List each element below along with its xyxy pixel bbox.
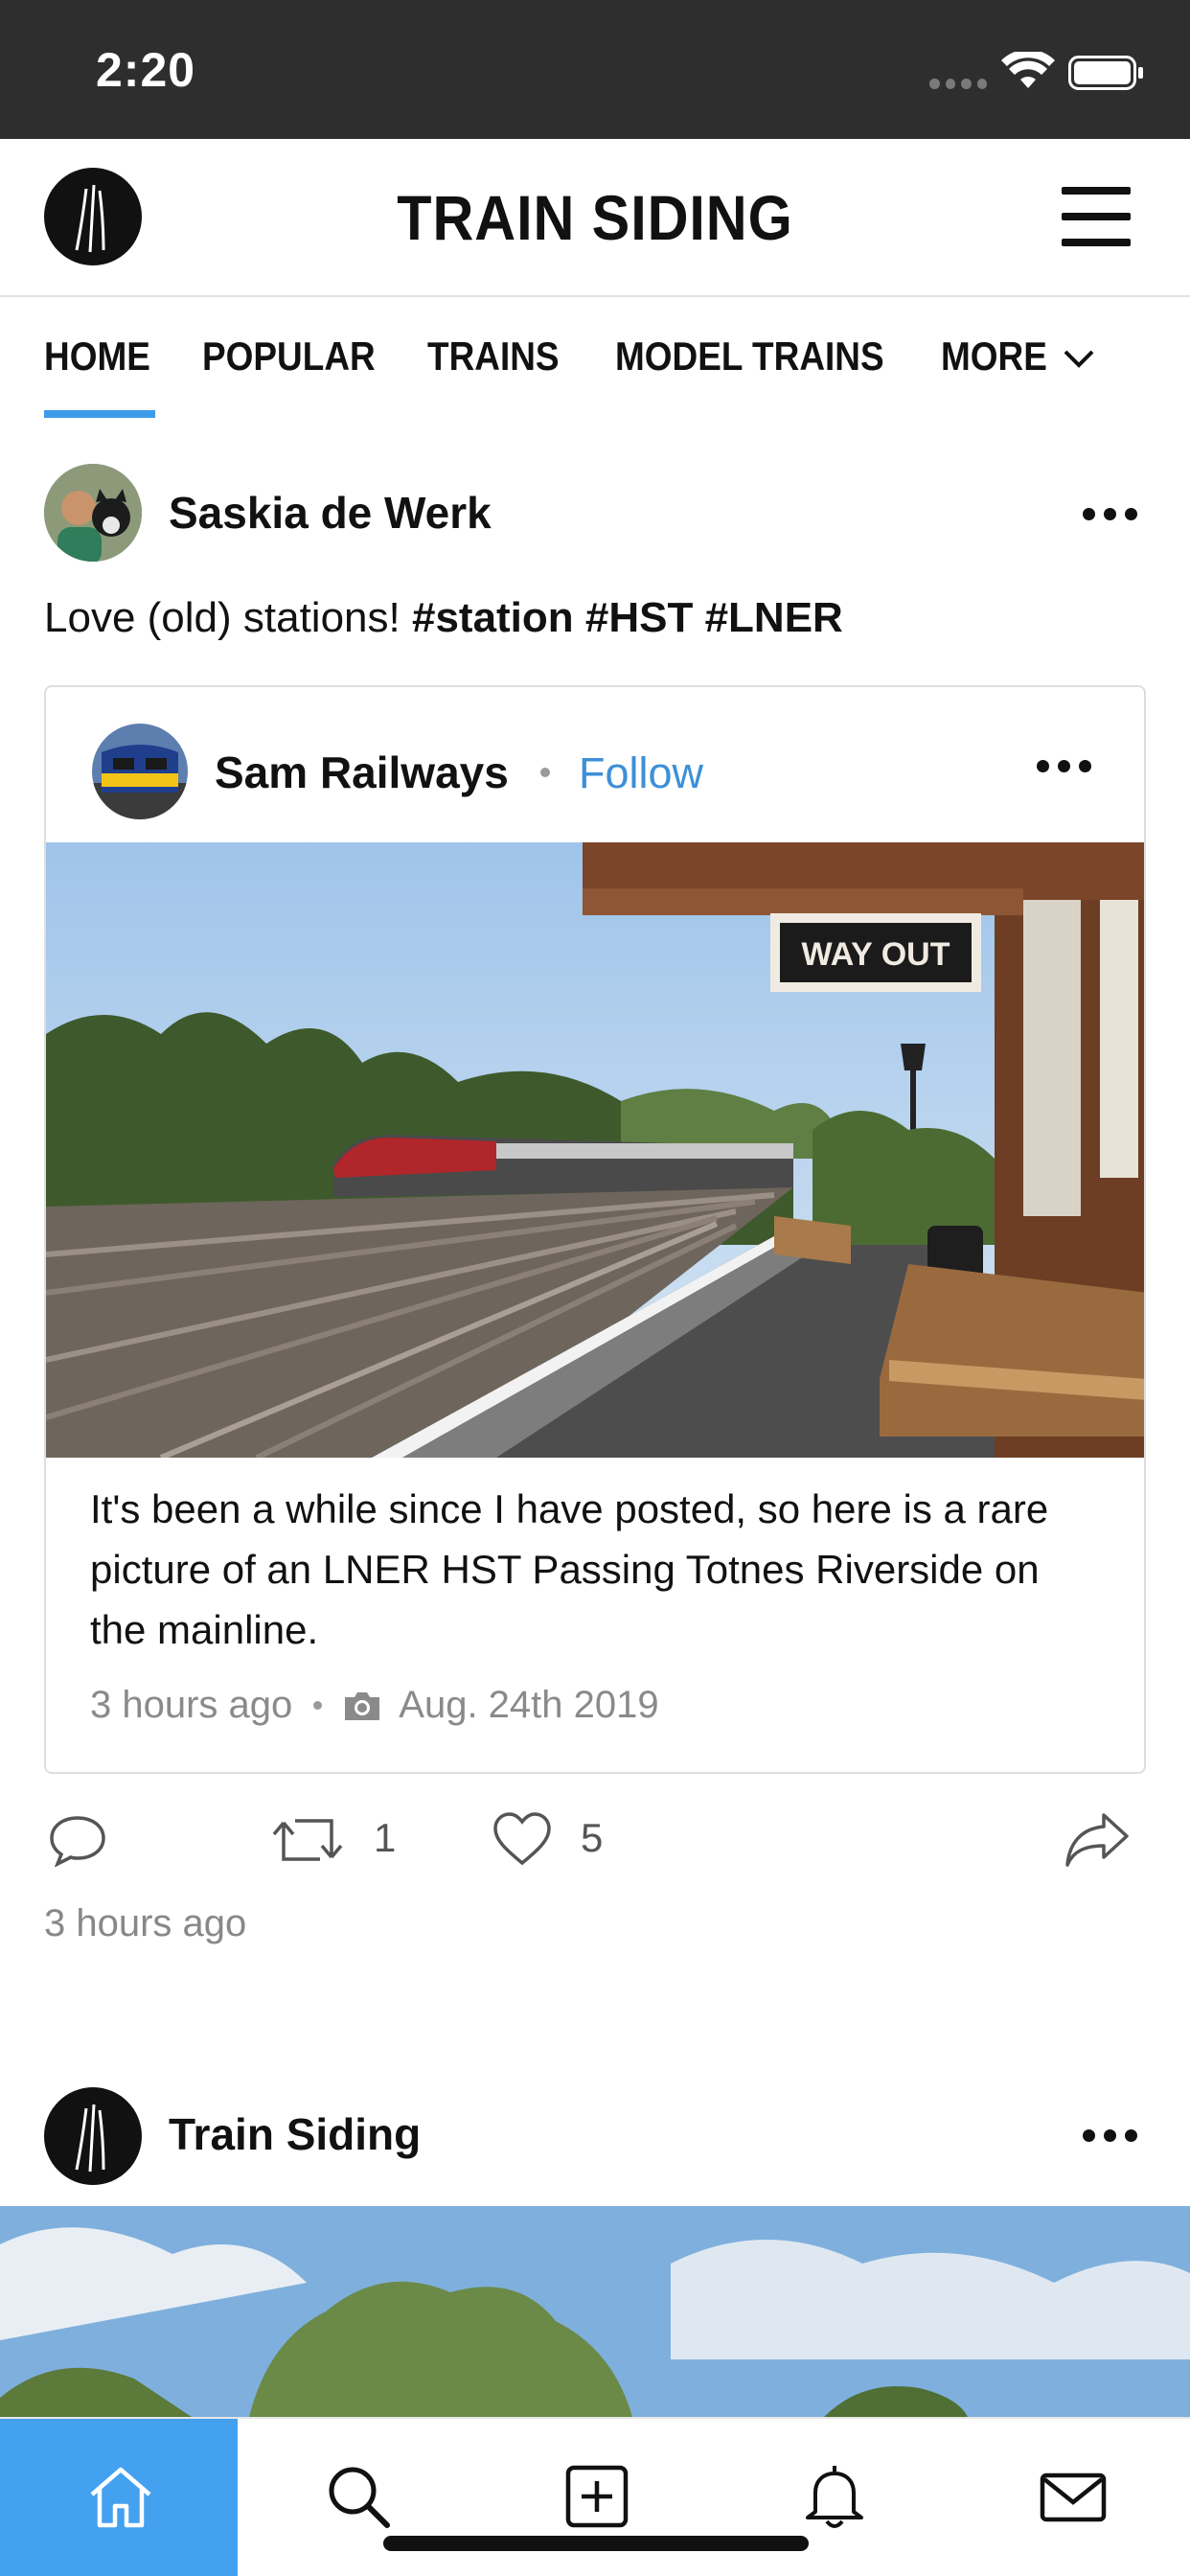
status-time: 2:20 <box>96 43 196 97</box>
active-tab-indicator <box>44 410 155 418</box>
repost-icon[interactable] <box>272 1811 343 1869</box>
tab-home[interactable]: HOME <box>44 334 150 380</box>
second-post-avatar[interactable] <box>44 2087 142 2185</box>
notifications-bell-icon <box>806 2466 863 2528</box>
nav-add-post[interactable] <box>476 2419 714 2576</box>
like-heart-icon[interactable] <box>492 1811 552 1867</box>
home-icon <box>90 2467 151 2528</box>
follow-button[interactable]: Follow <box>579 748 703 798</box>
hamburger-menu-icon[interactable] <box>1062 187 1131 246</box>
way-out-sign-text: WAY OUT <box>802 936 950 973</box>
embedded-post-card[interactable]: Sam Railways Follow WAY OUT It's been a … <box>44 685 1146 1774</box>
station-photo[interactable]: WAY OUT <box>46 842 1144 1458</box>
second-post-photo[interactable] <box>0 2206 1190 2417</box>
photo-date: Aug. 24th 2019 <box>399 1684 659 1726</box>
add-post-icon <box>565 2465 629 2528</box>
tab-trains[interactable]: TRAINS <box>427 334 560 380</box>
embed-author-name[interactable]: Sam Railways <box>215 747 509 798</box>
nav-notifications[interactable] <box>714 2419 951 2576</box>
nav-home[interactable] <box>0 2419 238 2576</box>
like-count: 5 <box>581 1815 604 1860</box>
share-icon[interactable] <box>1064 1811 1131 1869</box>
tab-model-trains[interactable]: MODEL TRAINS <box>615 334 884 380</box>
comment-icon[interactable] <box>48 1813 107 1867</box>
separator-dot <box>540 768 550 777</box>
battery-icon <box>1068 56 1143 90</box>
bottom-navigation <box>0 2417 1190 2576</box>
embed-time: 3 hours ago <box>90 1684 293 1726</box>
wifi-icon <box>1001 52 1055 88</box>
embed-more-options-icon[interactable] <box>1037 760 1091 772</box>
post-hashtags[interactable]: #station #HST #LNER <box>412 594 843 641</box>
embed-caption: It's been a while since I have posted, s… <box>90 1486 1049 1652</box>
home-indicator[interactable] <box>383 2536 809 2551</box>
camera-icon <box>345 1691 380 1720</box>
signal-dots-icon <box>929 79 987 90</box>
status-bar: 2:20 <box>0 0 1190 139</box>
avatar[interactable] <box>44 464 142 562</box>
separator-dot <box>313 1701 323 1710</box>
category-tabs: HOME POPULAR TRAINS MODEL TRAINS MORE <box>0 299 1190 422</box>
post-author-name[interactable]: Saskia de Werk <box>169 487 492 539</box>
messages-envelope-icon <box>1040 2472 1107 2522</box>
nav-search[interactable] <box>238 2419 475 2576</box>
post-more-options-icon[interactable] <box>1083 508 1137 520</box>
post-actions: 1 5 <box>0 1802 1190 1878</box>
second-post-more-options-icon[interactable] <box>1083 2129 1137 2142</box>
embed-meta: 3 hours ago Aug. 24th 2019 <box>90 1684 659 1727</box>
embed-avatar[interactable] <box>92 724 188 819</box>
chevron-down-icon[interactable] <box>1062 347 1096 370</box>
nav-messages[interactable] <box>952 2419 1190 2576</box>
tab-more[interactable]: MORE <box>941 334 1047 380</box>
search-icon <box>329 2467 390 2528</box>
tab-popular[interactable]: POPULAR <box>202 334 376 380</box>
post-text: Love (old) stations! #station #HST #LNER <box>44 594 843 642</box>
repost-count: 1 <box>374 1815 397 1860</box>
app-title: TRAIN SIDING <box>397 182 793 253</box>
post-time: 3 hours ago <box>44 1902 247 1944</box>
second-post-author-name[interactable]: Train Siding <box>169 2108 421 2160</box>
post-body-text: Love (old) stations! <box>44 594 412 641</box>
app-header: TRAIN SIDING <box>0 139 1190 297</box>
